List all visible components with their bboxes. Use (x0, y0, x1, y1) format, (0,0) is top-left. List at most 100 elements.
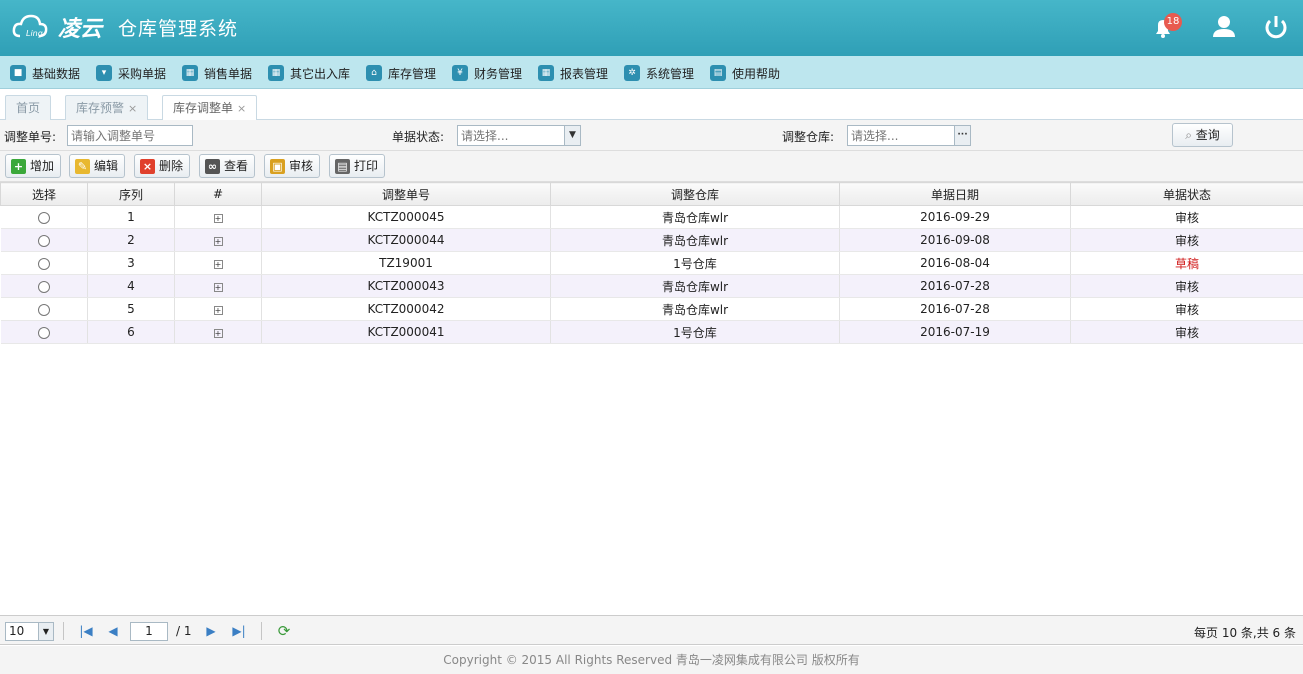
cube-icon: ■ (10, 65, 26, 81)
row-date: 2016-07-19 (839, 320, 1071, 344)
table-row[interactable]: 3 + TZ19001 1号仓库 2016-08-04 草稿 (0, 251, 1303, 275)
close-icon[interactable]: × (237, 102, 246, 115)
page-size-select[interactable]: 10 ▼ (5, 622, 54, 641)
print-button[interactable]: ▤ 打印 (329, 154, 386, 178)
menu-purchase[interactable]: ▾ 采购单据 (96, 64, 166, 82)
row-radio[interactable] (37, 304, 50, 317)
table-row[interactable]: 2 + KCTZ000044 青岛仓库wlr 2016-09-08 审核 (0, 228, 1303, 252)
row-status: 审核 (1070, 320, 1303, 344)
row-warehouse: 1号仓库 (550, 320, 840, 344)
printer-icon: ▤ (335, 158, 350, 174)
delete-button[interactable]: × 删除 (134, 154, 191, 178)
row-warehouse: 青岛仓库wlr (550, 228, 840, 252)
column-header-status[interactable]: 单据状态 (1070, 182, 1303, 206)
order-no-label: 调整单号: (4, 130, 57, 144)
pagination-bar: 10 ▼ |◀ ◀ 1 / 1 ▶ ▶| ⟳ 每页 10 条,共 6 条 (0, 615, 1303, 645)
binoculars-icon: ∞ (205, 158, 220, 174)
table-row[interactable]: 4 + KCTZ000043 青岛仓库wlr 2016-07-28 审核 (0, 274, 1303, 298)
calendar-icon: ▦ (268, 65, 284, 81)
menu-help[interactable]: ▤ 使用帮助 (710, 64, 780, 82)
expand-icon[interactable]: + (213, 237, 223, 246)
page-summary: 每页 10 条,共 6 条 (1194, 626, 1296, 640)
expand-icon[interactable]: + (213, 329, 223, 338)
tab-home[interactable]: 首页 (5, 95, 52, 120)
chevron-down-icon: ▼ (38, 623, 53, 640)
column-header-date[interactable]: 单据日期 (839, 182, 1071, 206)
row-order-no: KCTZ000042 (261, 297, 551, 321)
row-radio[interactable] (37, 281, 50, 294)
row-status: 审核 (1070, 228, 1303, 252)
expand-icon[interactable]: + (213, 306, 223, 315)
row-order-no: TZ19001 (261, 251, 551, 275)
row-date: 2016-07-28 (839, 297, 1071, 321)
audit-button[interactable]: ▣ 审核 (264, 154, 321, 178)
status-select[interactable] (457, 125, 581, 146)
row-status: 审核 (1070, 205, 1303, 229)
expand-icon[interactable]: + (213, 214, 223, 223)
table-row[interactable]: 5 + KCTZ000042 青岛仓库wlr 2016-07-28 审核 (0, 297, 1303, 321)
table-row[interactable]: 1 + KCTZ000045 青岛仓库wlr 2016-09-29 审核 (0, 205, 1303, 229)
row-warehouse: 青岛仓库wlr (550, 297, 840, 321)
column-header-warehouse[interactable]: 调整仓库 (550, 182, 840, 206)
money-icon: ¥ (452, 65, 468, 81)
copyright-footer: Copyright © 2015 All Rights Reserved 青岛一… (0, 646, 1303, 674)
column-header-order-no[interactable]: 调整单号 (261, 182, 551, 206)
cloud-logo-icon: Ling (12, 14, 48, 38)
row-status: 草稿 (1070, 251, 1303, 275)
lock-icon: ▣ (270, 158, 285, 174)
row-warehouse: 青岛仓库wlr (550, 205, 840, 229)
search-panel: 调整单号: 单据状态: ▼ 调整仓库: ··· ⌕ 查询 (0, 120, 1303, 151)
expand-icon[interactable]: + (213, 260, 223, 269)
column-header-seq: 序列 (87, 182, 175, 206)
gear-icon: ✲ (624, 65, 640, 81)
query-button[interactable]: ⌕ 查询 (1172, 123, 1233, 147)
first-page-icon[interactable]: |◀ (78, 623, 94, 639)
status-label: 单据状态: (392, 130, 445, 144)
row-status: 审核 (1070, 274, 1303, 298)
power-icon[interactable] (1261, 12, 1291, 42)
last-page-icon[interactable]: ▶| (231, 623, 247, 639)
system-title: 仓库管理系统 (118, 18, 239, 40)
menu-sales[interactable]: ▦ 销售单据 (182, 64, 252, 82)
column-header-hash: # (174, 182, 262, 206)
table-row[interactable]: 6 + KCTZ000041 1号仓库 2016-07-19 审核 (0, 320, 1303, 344)
close-icon[interactable]: × (128, 102, 137, 115)
refresh-icon[interactable]: ⟳ (276, 623, 292, 639)
tab-stock-warning[interactable]: 库存预警 × (65, 95, 149, 120)
add-button[interactable]: + 增加 (5, 154, 62, 178)
expand-icon[interactable]: + (213, 283, 223, 292)
more-icon[interactable]: ··· (954, 126, 970, 145)
row-seq: 4 (87, 274, 175, 298)
user-icon[interactable] (1209, 12, 1239, 42)
row-seq: 3 (87, 251, 175, 275)
row-seq: 2 (87, 228, 175, 252)
next-page-icon[interactable]: ▶ (203, 623, 219, 639)
menu-inventory[interactable]: ⌂ 库存管理 (366, 64, 436, 82)
order-no-input[interactable] (67, 125, 193, 146)
menu-reports[interactable]: ▦ 报表管理 (538, 64, 608, 82)
app-header: Ling 凌云 仓库管理系统 18 (0, 0, 1303, 56)
prev-page-icon[interactable]: ◀ (105, 623, 121, 639)
row-radio[interactable] (37, 327, 50, 340)
chevron-down-icon[interactable]: ▼ (564, 126, 580, 145)
menu-finance[interactable]: ¥ 财务管理 (452, 64, 522, 82)
row-radio[interactable] (37, 235, 50, 248)
delete-icon: × (140, 158, 155, 174)
menu-basic-data[interactable]: ■ 基础数据 (10, 64, 80, 82)
warehouse-input[interactable] (847, 125, 971, 146)
action-toolbar: + 增加 ✎ 编辑 × 删除 ∞ 查看 ▣ 审核 ▤ 打印 (0, 151, 1303, 182)
row-date: 2016-08-04 (839, 251, 1071, 275)
search-icon: ⌕ (1185, 128, 1196, 142)
edit-button[interactable]: ✎ 编辑 (69, 154, 126, 178)
book-icon: ▤ (710, 65, 726, 81)
row-radio[interactable] (37, 258, 50, 271)
menu-system[interactable]: ✲ 系统管理 (624, 64, 694, 82)
row-order-no: KCTZ000045 (261, 205, 551, 229)
notification-badge: 18 (1164, 13, 1182, 31)
page-number-input[interactable]: 1 (130, 622, 168, 641)
row-radio[interactable] (37, 212, 50, 225)
tab-stock-adjustment[interactable]: 库存调整单 × (162, 95, 258, 121)
view-button[interactable]: ∞ 查看 (199, 154, 256, 178)
table-header-row: 选择 序列 # 调整单号 调整仓库 单据日期 单据状态 (0, 182, 1303, 206)
menu-other-io[interactable]: ▦ 其它出入库 (268, 64, 350, 82)
